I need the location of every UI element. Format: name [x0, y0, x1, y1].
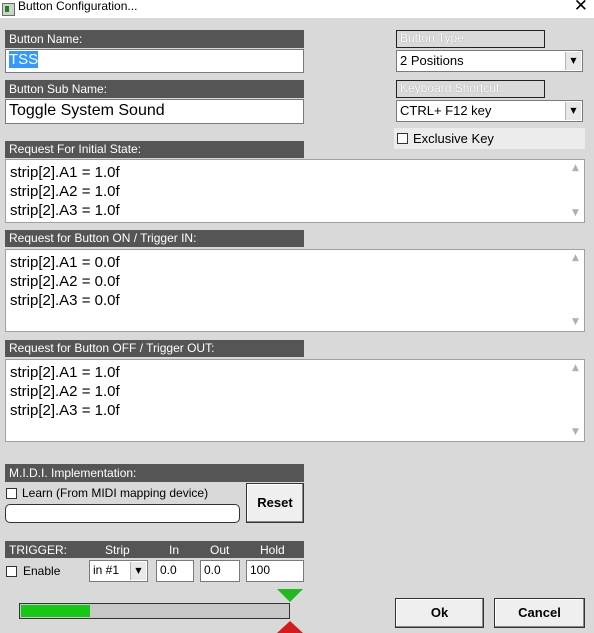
initial-state-line: strip[2].A3 = 1.0f — [10, 202, 120, 219]
exclusive-key-checkbox[interactable] — [397, 133, 408, 144]
scroll-up-icon[interactable]: ▲ — [568, 361, 583, 376]
button-off-line: strip[2].A2 = 1.0f — [10, 383, 120, 400]
trigger-enable-label: Enable — [23, 564, 61, 578]
button-type-label: Button Type: — [396, 30, 545, 48]
vertical-scrollbar[interactable]: ▲ ▼ — [568, 161, 583, 221]
keyboard-shortcut-label: Keyboard Shortcut: — [396, 80, 545, 98]
close-icon[interactable]: ✕ — [574, 0, 588, 15]
midi-learn-label: Learn (From MIDI mapping device) — [22, 486, 209, 500]
button-name-label: Button Name: — [5, 30, 304, 48]
keyboard-shortcut-value: CTRL+ F12 key — [400, 103, 492, 118]
trigger-strip-select[interactable]: in #1 ▼ — [89, 560, 148, 582]
initial-state-label: Request For Initial State: — [5, 141, 304, 158]
initial-state-line: strip[2].A1 = 1.0f — [10, 164, 120, 181]
trigger-hold-field[interactable]: 100 — [246, 560, 304, 582]
button-type-select[interactable]: 2 Positions ▼ — [396, 50, 583, 72]
trigger-col-out: Out — [210, 543, 230, 557]
button-on-label: Request for Button ON / Trigger IN: — [5, 230, 304, 247]
trigger-strip-value: in #1 — [93, 563, 120, 577]
ok-button[interactable]: Ok — [395, 598, 484, 628]
reset-button[interactable]: Reset — [246, 483, 304, 523]
trigger-enable-checkbox[interactable] — [6, 566, 17, 577]
initial-state-textarea[interactable]: strip[2].A1 = 1.0f strip[2].A2 = 1.0f st… — [5, 159, 585, 223]
vertical-scrollbar[interactable]: ▲ ▼ — [568, 251, 583, 330]
trigger-level-fill — [21, 605, 90, 617]
trigger-in-marker-icon[interactable] — [277, 589, 303, 602]
chevron-down-icon[interactable]: ▼ — [565, 102, 581, 120]
trigger-col-in: In — [169, 543, 180, 557]
vertical-scrollbar[interactable]: ▲ ▼ — [568, 361, 583, 440]
button-sub-name-field[interactable]: Toggle System Sound — [5, 99, 304, 124]
app-icon — [2, 3, 15, 16]
chevron-down-icon[interactable]: ▼ — [130, 562, 146, 580]
scroll-down-icon[interactable]: ▼ — [568, 315, 583, 330]
keyboard-shortcut-select[interactable]: CTRL+ F12 key ▼ — [396, 100, 583, 122]
button-off-label: Request for Button OFF / Trigger OUT: — [5, 340, 304, 357]
trigger-in-field[interactable]: 0.0 — [156, 560, 194, 582]
button-on-line: strip[2].A2 = 0.0f — [10, 273, 120, 290]
scroll-up-icon[interactable]: ▲ — [568, 161, 583, 176]
trigger-level-meter — [19, 603, 290, 619]
scroll-down-icon[interactable]: ▼ — [568, 206, 583, 221]
trigger-col-hold: Hold — [260, 543, 285, 557]
button-on-line: strip[2].A3 = 0.0f — [10, 292, 120, 309]
button-name-value: TSS — [9, 51, 39, 68]
button-name-field[interactable]: TSS — [5, 49, 304, 73]
exclusive-key-label: Exclusive Key — [413, 131, 494, 146]
initial-state-line: strip[2].A2 = 1.0f — [10, 183, 120, 200]
button-type-value: 2 Positions — [400, 53, 464, 68]
chevron-down-icon[interactable]: ▼ — [565, 52, 581, 70]
trigger-out-field[interactable]: 0.0 — [200, 560, 240, 582]
trigger-label: TRIGGER: — [9, 543, 68, 557]
cancel-button[interactable]: Cancel — [494, 598, 585, 628]
scroll-down-icon[interactable]: ▼ — [568, 425, 583, 440]
midi-mapping-field[interactable] — [5, 504, 240, 523]
window-title: Button Configuration... — [18, 0, 138, 13]
button-sub-name-label: Button Sub Name: — [5, 80, 304, 98]
button-off-textarea[interactable]: strip[2].A1 = 1.0f strip[2].A2 = 1.0f st… — [5, 359, 585, 442]
title-bar: Button Configuration... ✕ — [0, 0, 594, 18]
trigger-col-strip: Strip — [105, 543, 130, 557]
trigger-out-marker-icon[interactable] — [277, 621, 303, 633]
midi-label: M.I.D.I. Implementation: — [5, 464, 304, 482]
button-off-line: strip[2].A1 = 1.0f — [10, 364, 120, 381]
midi-learn-checkbox[interactable] — [6, 488, 17, 499]
scroll-up-icon[interactable]: ▲ — [568, 251, 583, 266]
button-on-line: strip[2].A1 = 0.0f — [10, 254, 120, 271]
button-off-line: strip[2].A3 = 1.0f — [10, 402, 120, 419]
button-on-textarea[interactable]: strip[2].A1 = 0.0f strip[2].A2 = 0.0f st… — [5, 249, 585, 332]
